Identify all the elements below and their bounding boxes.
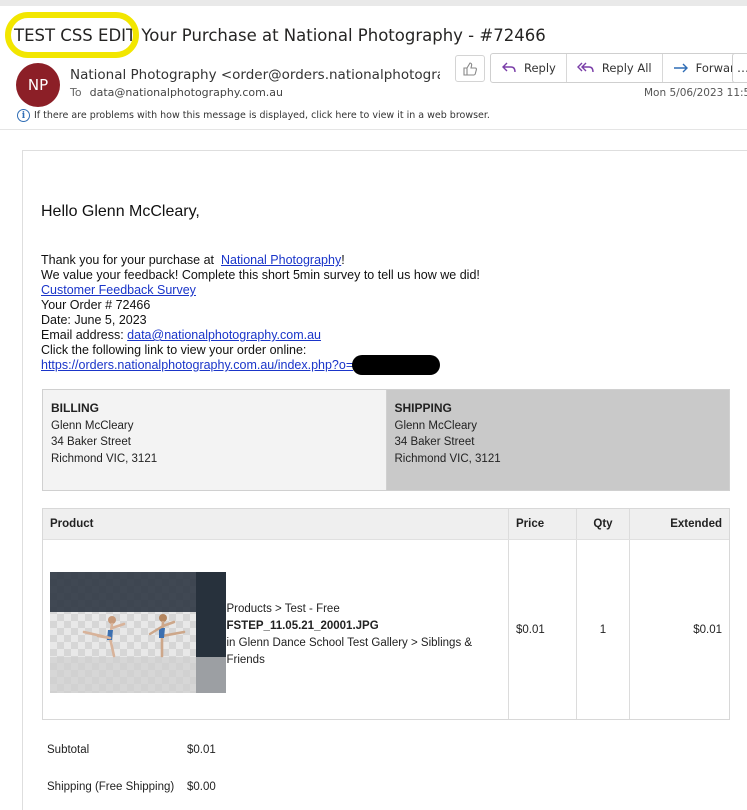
table-row: Products > Test - Free FSTEP_11.05.21_20… [43, 540, 729, 719]
shipping-value: $0.00 [187, 781, 216, 793]
reply-all-label: Reply All [601, 61, 652, 75]
redaction-mark [352, 355, 440, 375]
info-bar-text[interactable]: If there are problems with how this mess… [34, 110, 490, 121]
product-table-header: Product Price Qty Extended [43, 509, 729, 540]
to-label: To [70, 86, 82, 99]
store-link[interactable]: National Photography [221, 253, 341, 267]
order-url-line: https://orders.nationalphotography.com.a… [41, 358, 353, 373]
product-price: $0.01 [509, 540, 577, 719]
thumbs-up-icon [463, 61, 477, 76]
shipping-heading: SHIPPING [394, 401, 452, 415]
recipient-line: To data@nationalphotography.com.au [70, 86, 283, 99]
billing-heading: BILLING [51, 401, 99, 415]
product-extended: $0.01 [693, 623, 722, 636]
reply-all-button[interactable]: Reply All [567, 54, 663, 82]
thanks-line: Thank you for your purchase at National … [41, 253, 345, 268]
header-extended: Extended [670, 518, 722, 530]
shipping-name: Glenn McCleary [394, 419, 477, 432]
order-url-link[interactable]: https://orders.nationalphotography.com.a… [41, 358, 353, 372]
reply-icon [502, 62, 516, 73]
reply-button[interactable]: Reply [491, 54, 567, 82]
billing-name: Glenn McCleary [51, 419, 134, 432]
order-number: Your Order # 72466 [41, 298, 151, 312]
header-product: Product [43, 509, 509, 539]
thanks-prefix: Thank you for your purchase at [41, 253, 215, 267]
message-actions: Reply Reply All Forward [490, 53, 747, 83]
product-cell: Products > Test - Free FSTEP_11.05.21_20… [43, 540, 509, 719]
billing-address: BILLING Glenn McCleary 34 Baker Street R… [43, 390, 387, 490]
subtotal-label: Subtotal [47, 744, 90, 756]
billing-city: Richmond VIC, 3121 [51, 452, 158, 465]
product-table: Product Price Qty Extended Products > Te… [42, 508, 730, 720]
header-qty: Qty [577, 509, 630, 539]
sender-avatar[interactable]: NP [16, 63, 60, 107]
reply-all-icon [576, 62, 594, 73]
product-details: Products > Test - Free FSTEP_11.05.21_20… [226, 601, 508, 669]
shipping-city: Richmond VIC, 3121 [394, 452, 501, 465]
product-thumbnail[interactable] [50, 572, 227, 693]
view-online-line: Click the following link to view your or… [41, 343, 307, 357]
header-price: Price [509, 509, 577, 539]
feedback-line: We value your feedback! Complete this sh… [41, 268, 480, 282]
shipping-address: SHIPPING Glenn McCleary 34 Baker Street … [386, 390, 729, 490]
subtotal-value: $0.01 [187, 744, 216, 756]
address-table: BILLING Glenn McCleary 34 Baker Street R… [42, 389, 730, 491]
more-actions-button[interactable]: … [732, 53, 747, 83]
received-date: Mon 5/06/2023 11:50 A [644, 87, 747, 99]
shipping-row: Shipping (Free Shipping) $0.00 [47, 781, 216, 793]
window-top-strip [0, 0, 747, 6]
info-bar[interactable]: i If there are problems with how this me… [17, 109, 490, 122]
dancers-image [82, 614, 186, 658]
product-category: Products > Test - Free [226, 602, 340, 615]
like-button[interactable] [455, 55, 485, 82]
survey-link[interactable]: Customer Feedback Survey [41, 283, 196, 297]
forward-arrow-icon [673, 63, 688, 73]
email-address-label: Email address: [41, 328, 124, 342]
shipping-label: Shipping (Free Shipping) [47, 781, 175, 793]
product-gallery: in Glenn Dance School Test Gallery > Sib… [226, 636, 473, 666]
info-icon: i [17, 109, 30, 122]
greeting: Hello Glenn McCleary, [41, 203, 200, 220]
product-qty: 1 [577, 540, 630, 719]
reply-label: Reply [524, 61, 556, 75]
product-filename: FSTEP_11.05.21_20001.JPG [226, 619, 379, 632]
shipping-street: 34 Baker Street [394, 436, 475, 448]
billing-street: 34 Baker Street [51, 436, 131, 448]
recipient-address[interactable]: data@nationalphotography.com.au [90, 86, 283, 99]
subtotal-row: Subtotal $0.01 [47, 744, 216, 756]
email-address-line: Email address: data@nationalphotography.… [41, 328, 321, 343]
sender-name[interactable]: National Photography <order@orders.natio… [70, 67, 440, 83]
survey-line: Customer Feedback Survey [41, 283, 196, 298]
email-address-link[interactable]: data@nationalphotography.com.au [127, 328, 321, 342]
order-date: Date: June 5, 2023 [41, 313, 147, 327]
highlight-annotation [5, 12, 139, 58]
header-divider [0, 129, 747, 130]
thanks-suffix: ! [341, 253, 345, 267]
